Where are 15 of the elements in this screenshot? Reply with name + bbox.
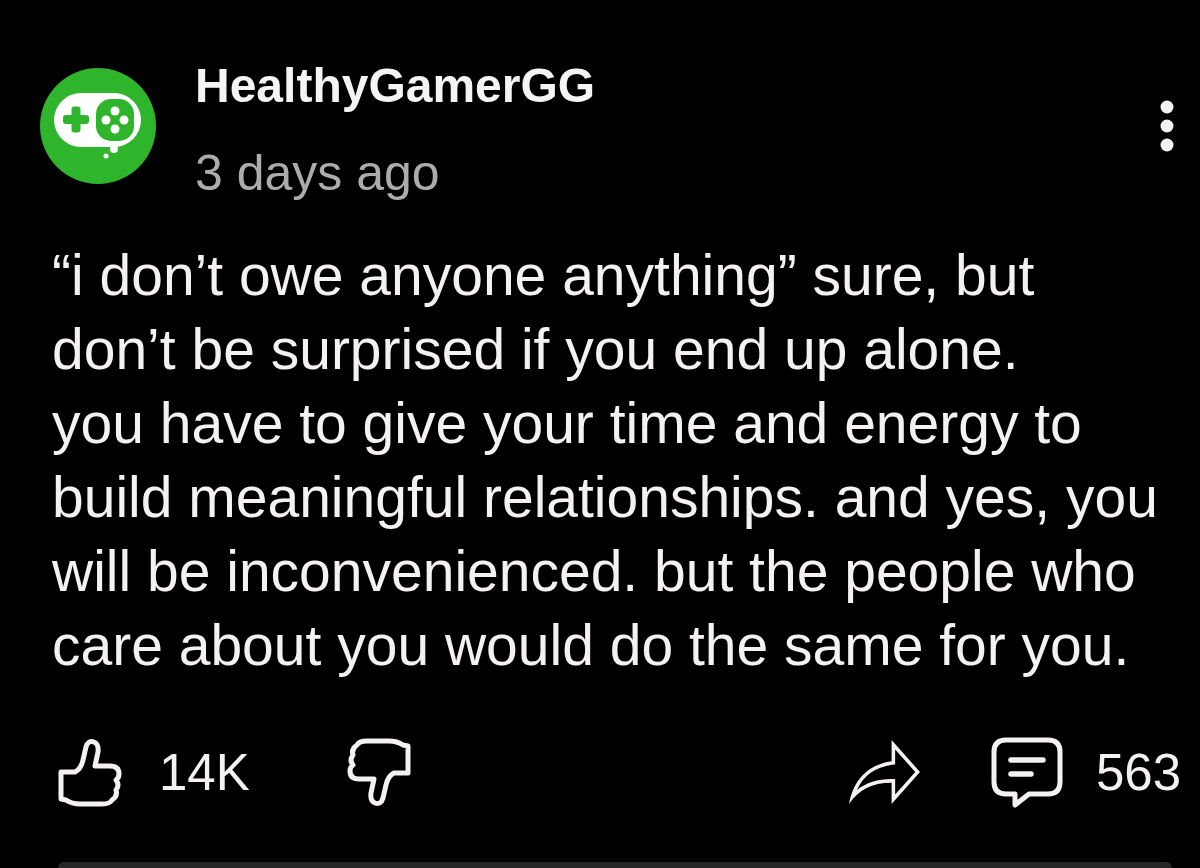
- dislike-button[interactable]: [346, 737, 411, 807]
- post-text: you have to give your time and energy to build meaningful relationships. and yes, you will be inconvenienced. but the people who care about you would do the same for you.: [52, 390, 1159, 679]
- like-button[interactable]: 14K: [58, 737, 250, 807]
- thumbs-down-icon: [346, 737, 411, 807]
- comment-icon: [990, 736, 1063, 808]
- post-text: “i don’t owe anyone anything” sure, but don’t be surprised if you end up alone.: [52, 242, 1036, 383]
- more-menu-button[interactable]: [1160, 100, 1174, 152]
- post-time: 3 days ago: [195, 144, 440, 202]
- share-button[interactable]: [848, 740, 920, 804]
- more-vertical-icon: [1160, 100, 1174, 152]
- thumbs-up-icon: [58, 737, 122, 807]
- gamepad-avatar-icon: [40, 68, 156, 184]
- share-arrow-icon: [848, 740, 920, 804]
- comment-button[interactable]: 563: [990, 736, 1181, 808]
- channel-name[interactable]: HealthyGamerGG: [195, 58, 596, 114]
